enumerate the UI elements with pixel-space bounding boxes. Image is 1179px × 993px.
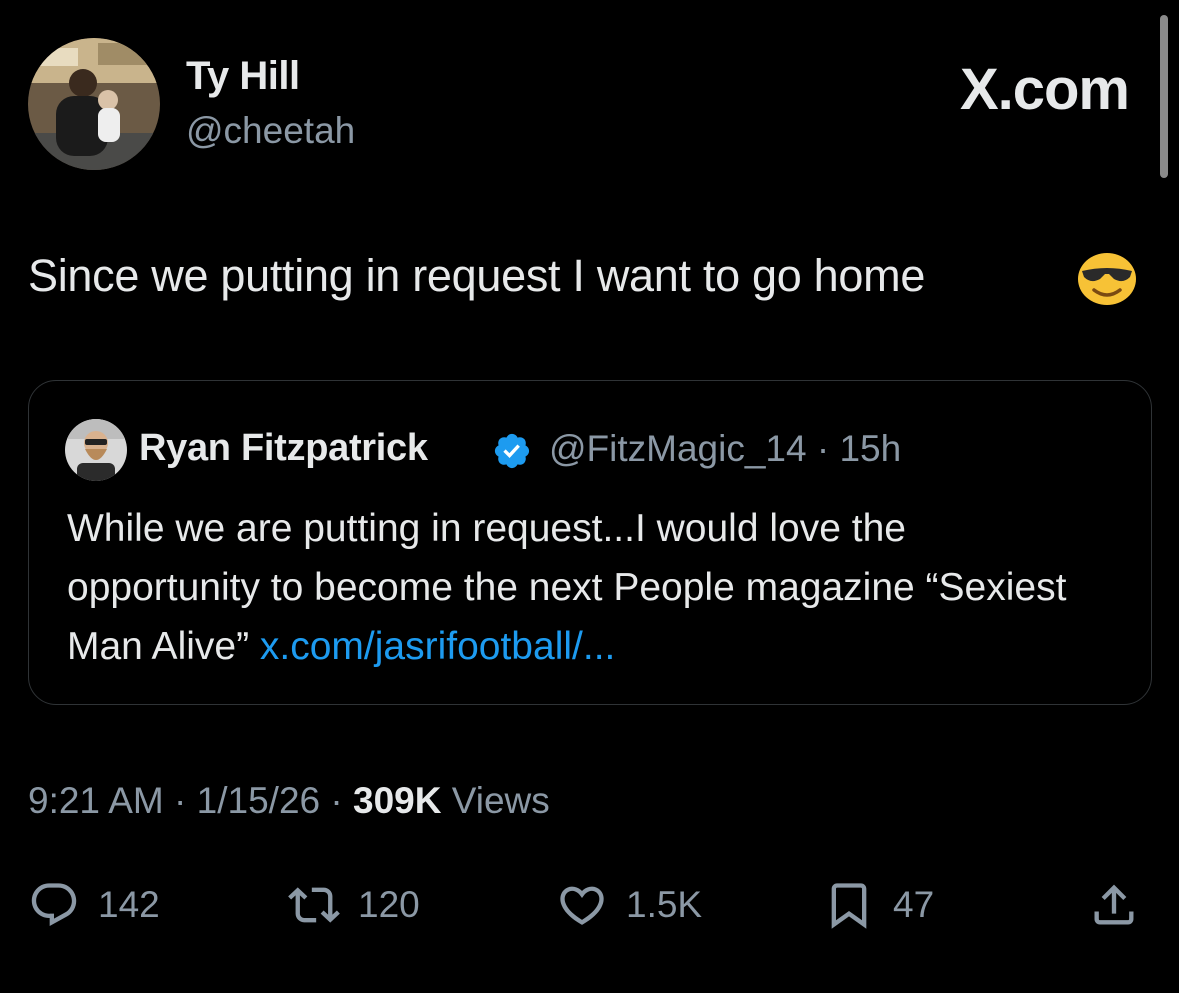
quoted-link[interactable]: x.com/jasrifootball/... [260,625,615,668]
share-button[interactable] [1088,870,1140,940]
quoted-tweet-text: While we are putting in request...I woul… [67,499,1107,676]
views-label: Views [451,780,550,821]
like-count: 1.5K [626,884,703,925]
reply-icon [31,883,77,927]
quoted-meta: @FitzMagic_14 · 15h [549,428,901,470]
sunglasses-emoji-icon [1076,250,1138,306]
bookmark-button[interactable]: 47 [823,870,934,940]
tweet-meta-row: 9:21 AM · 1/15/26 · 309K Views [28,780,550,822]
quoted-time: 15h [839,428,902,469]
scrollbar[interactable] [1160,15,1168,178]
quoted-author-name[interactable]: Ryan Fitzpatrick [139,427,428,470]
separator-dot: · [320,780,353,821]
share-icon [1094,884,1134,925]
heart-icon [560,886,604,925]
action-bar: 142 120 1.5K 47 [0,870,1179,940]
brand-logo: X.com [959,57,1130,122]
quoted-tweet-card[interactable]: Ryan Fitzpatrick @FitzMagic_14 · 15h Whi… [28,380,1152,705]
reply-button[interactable]: 142 [28,870,160,940]
separator-dot: · [163,780,197,821]
like-button[interactable]: 1.5K [556,870,702,940]
verified-badge-icon [492,431,532,471]
bookmark-count: 47 [893,884,935,925]
reply-count: 142 [98,884,160,925]
tweet-date[interactable]: 1/15/26 [197,780,320,821]
bookmark-icon [831,883,867,929]
repost-icon [288,887,340,923]
tweet-time[interactable]: 9:21 AM [28,780,164,821]
author-avatar[interactable] [28,38,160,170]
quoted-author-handle[interactable]: @FitzMagic_14 [549,428,807,469]
tweet-text: Since we putting in request I want to go… [28,250,926,301]
repost-button[interactable]: 120 [288,870,420,940]
views-space [441,780,451,821]
separator-dot: · [806,428,840,469]
author-name[interactable]: Ty Hill [186,54,300,99]
repost-count: 120 [358,884,420,925]
author-handle[interactable]: @cheetah [186,110,355,152]
views-count: 309K [353,780,442,821]
quoted-author-avatar[interactable] [65,419,127,481]
